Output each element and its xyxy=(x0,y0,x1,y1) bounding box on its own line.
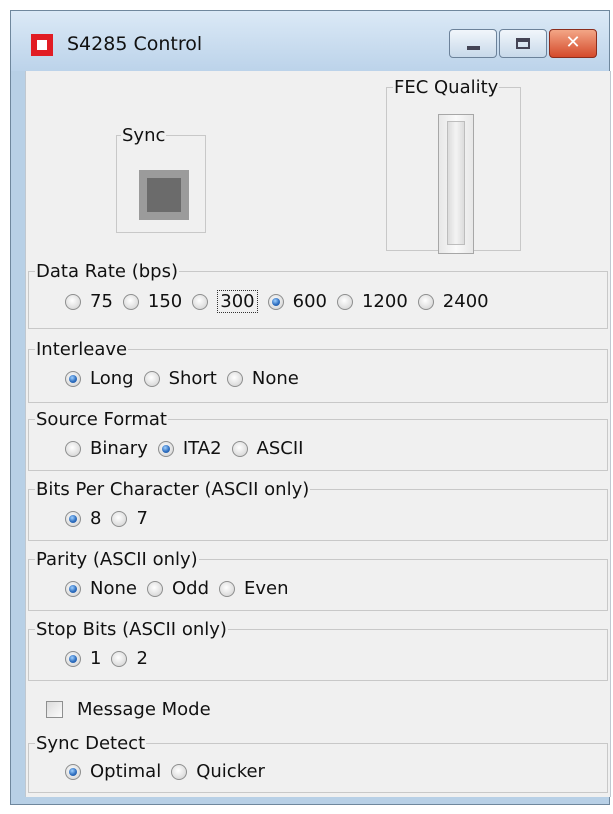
stop-bits-option-2[interactable]: 2 xyxy=(111,648,148,669)
data-rate-option-2400[interactable]: 2400 xyxy=(417,291,489,312)
source-format-label: Source Format xyxy=(35,409,168,431)
window-title: S4285 Control xyxy=(67,33,203,55)
radio-8[interactable] xyxy=(65,510,81,527)
sync-detect-label: Sync Detect xyxy=(35,733,147,755)
interleave-option-long[interactable]: Long xyxy=(65,368,134,389)
radio-even[interactable] xyxy=(219,580,235,597)
radio-300[interactable] xyxy=(192,293,209,310)
maximize-button[interactable] xyxy=(499,29,547,58)
data-rate-option-1200[interactable]: 1200 xyxy=(336,291,408,312)
bits-per-character-options: 8 7 xyxy=(65,508,158,529)
data-rate-group: Data Rate (bps) 75 150 300 600 1200 2400 xyxy=(28,261,608,329)
parity-option-none[interactable]: None xyxy=(65,578,137,599)
interleave-option-short[interactable]: Short xyxy=(143,368,217,389)
fec-quality-bar xyxy=(447,121,465,245)
radio-stop-2[interactable] xyxy=(111,650,128,667)
sync-detect-group: Sync Detect Optimal Quicker xyxy=(28,733,608,793)
source-format-option-ascii[interactable]: ASCII xyxy=(231,438,303,459)
parity-option-odd[interactable]: Odd xyxy=(146,578,209,599)
radio-ita2[interactable] xyxy=(157,440,174,457)
data-rate-label: Data Rate (bps) xyxy=(35,261,179,283)
sync-indicator xyxy=(139,170,189,220)
interleave-options: Long Short None xyxy=(65,368,309,389)
message-mode[interactable]: Message Mode xyxy=(46,699,211,720)
parity-group: Parity (ASCII only) None Odd Even xyxy=(28,549,608,611)
parity-options: None Odd Even xyxy=(65,578,299,599)
client-area: Sync FEC Quality Data Rate (bps) 75 150 … xyxy=(25,71,611,797)
parity-option-even[interactable]: Even xyxy=(219,578,289,599)
radio-600[interactable] xyxy=(267,293,284,310)
minimize-button[interactable] xyxy=(449,29,497,58)
radio-150[interactable] xyxy=(122,293,139,310)
radio-odd[interactable] xyxy=(146,580,163,597)
window-controls: ✕ xyxy=(449,29,597,58)
close-button[interactable]: ✕ xyxy=(549,29,597,58)
sync-detect-option-quicker[interactable]: Quicker xyxy=(171,761,265,782)
app-icon xyxy=(31,34,53,56)
data-rate-option-150[interactable]: 150 xyxy=(122,291,182,312)
maximize-icon xyxy=(516,38,530,49)
radio-short[interactable] xyxy=(143,370,160,387)
radio-ascii[interactable] xyxy=(231,440,248,457)
interleave-label: Interleave xyxy=(35,339,129,361)
radio-quicker[interactable] xyxy=(171,763,188,780)
fec-quality-label: FEC Quality xyxy=(393,77,500,99)
interleave-group: Interleave Long Short None xyxy=(28,339,608,403)
sync-detect-options: Optimal Quicker xyxy=(65,761,275,782)
parity-label: Parity (ASCII only) xyxy=(35,549,199,571)
radio-75[interactable] xyxy=(65,293,81,310)
stop-bits-label: Stop Bits (ASCII only) xyxy=(35,619,228,641)
radio-parity-none[interactable] xyxy=(65,580,81,597)
sync-label: Sync xyxy=(121,125,167,147)
fec-quality-group: FEC Quality xyxy=(386,77,521,254)
message-mode-label: Message Mode xyxy=(77,699,211,720)
sync-detect-option-optimal[interactable]: Optimal xyxy=(65,761,161,782)
stop-bits-option-1[interactable]: 1 xyxy=(65,648,101,669)
bits-option-8[interactable]: 8 xyxy=(65,508,101,529)
data-rate-option-600[interactable]: 600 xyxy=(267,291,327,312)
radio-binary[interactable] xyxy=(65,440,81,457)
source-format-group: Source Format Binary ITA2 ASCII xyxy=(28,409,608,471)
message-mode-checkbox[interactable] xyxy=(46,701,63,718)
close-icon: ✕ xyxy=(565,32,581,53)
radio-none[interactable] xyxy=(226,370,243,387)
bits-per-character-group: Bits Per Character (ASCII only) 8 7 xyxy=(28,479,608,541)
radio-2400[interactable] xyxy=(417,293,434,310)
title-bar[interactable]: S4285 Control ✕ xyxy=(11,11,609,71)
bits-per-character-label: Bits Per Character (ASCII only) xyxy=(35,479,311,501)
data-rate-options: 75 150 300 600 1200 2400 xyxy=(65,290,489,313)
stop-bits-group: Stop Bits (ASCII only) 1 2 xyxy=(28,619,608,681)
radio-optimal[interactable] xyxy=(65,763,81,780)
bits-option-7[interactable]: 7 xyxy=(111,508,148,529)
radio-stop-1[interactable] xyxy=(65,650,81,667)
window: S4285 Control ✕ Sync FEC Quality Data Ra… xyxy=(10,10,611,805)
source-format-option-binary[interactable]: Binary xyxy=(65,438,148,459)
source-format-options: Binary ITA2 ASCII xyxy=(65,438,313,459)
radio-1200[interactable] xyxy=(336,293,353,310)
source-format-option-ita2[interactable]: ITA2 xyxy=(157,438,222,459)
minimize-icon xyxy=(467,46,480,50)
data-rate-option-300[interactable]: 300 xyxy=(192,290,258,313)
sync-group: Sync xyxy=(116,125,206,233)
stop-bits-options: 1 2 xyxy=(65,648,158,669)
fec-quality-meter xyxy=(438,114,474,254)
interleave-option-none[interactable]: None xyxy=(226,368,299,389)
data-rate-option-75[interactable]: 75 xyxy=(65,291,113,312)
radio-long[interactable] xyxy=(65,370,81,387)
radio-7[interactable] xyxy=(111,510,128,527)
